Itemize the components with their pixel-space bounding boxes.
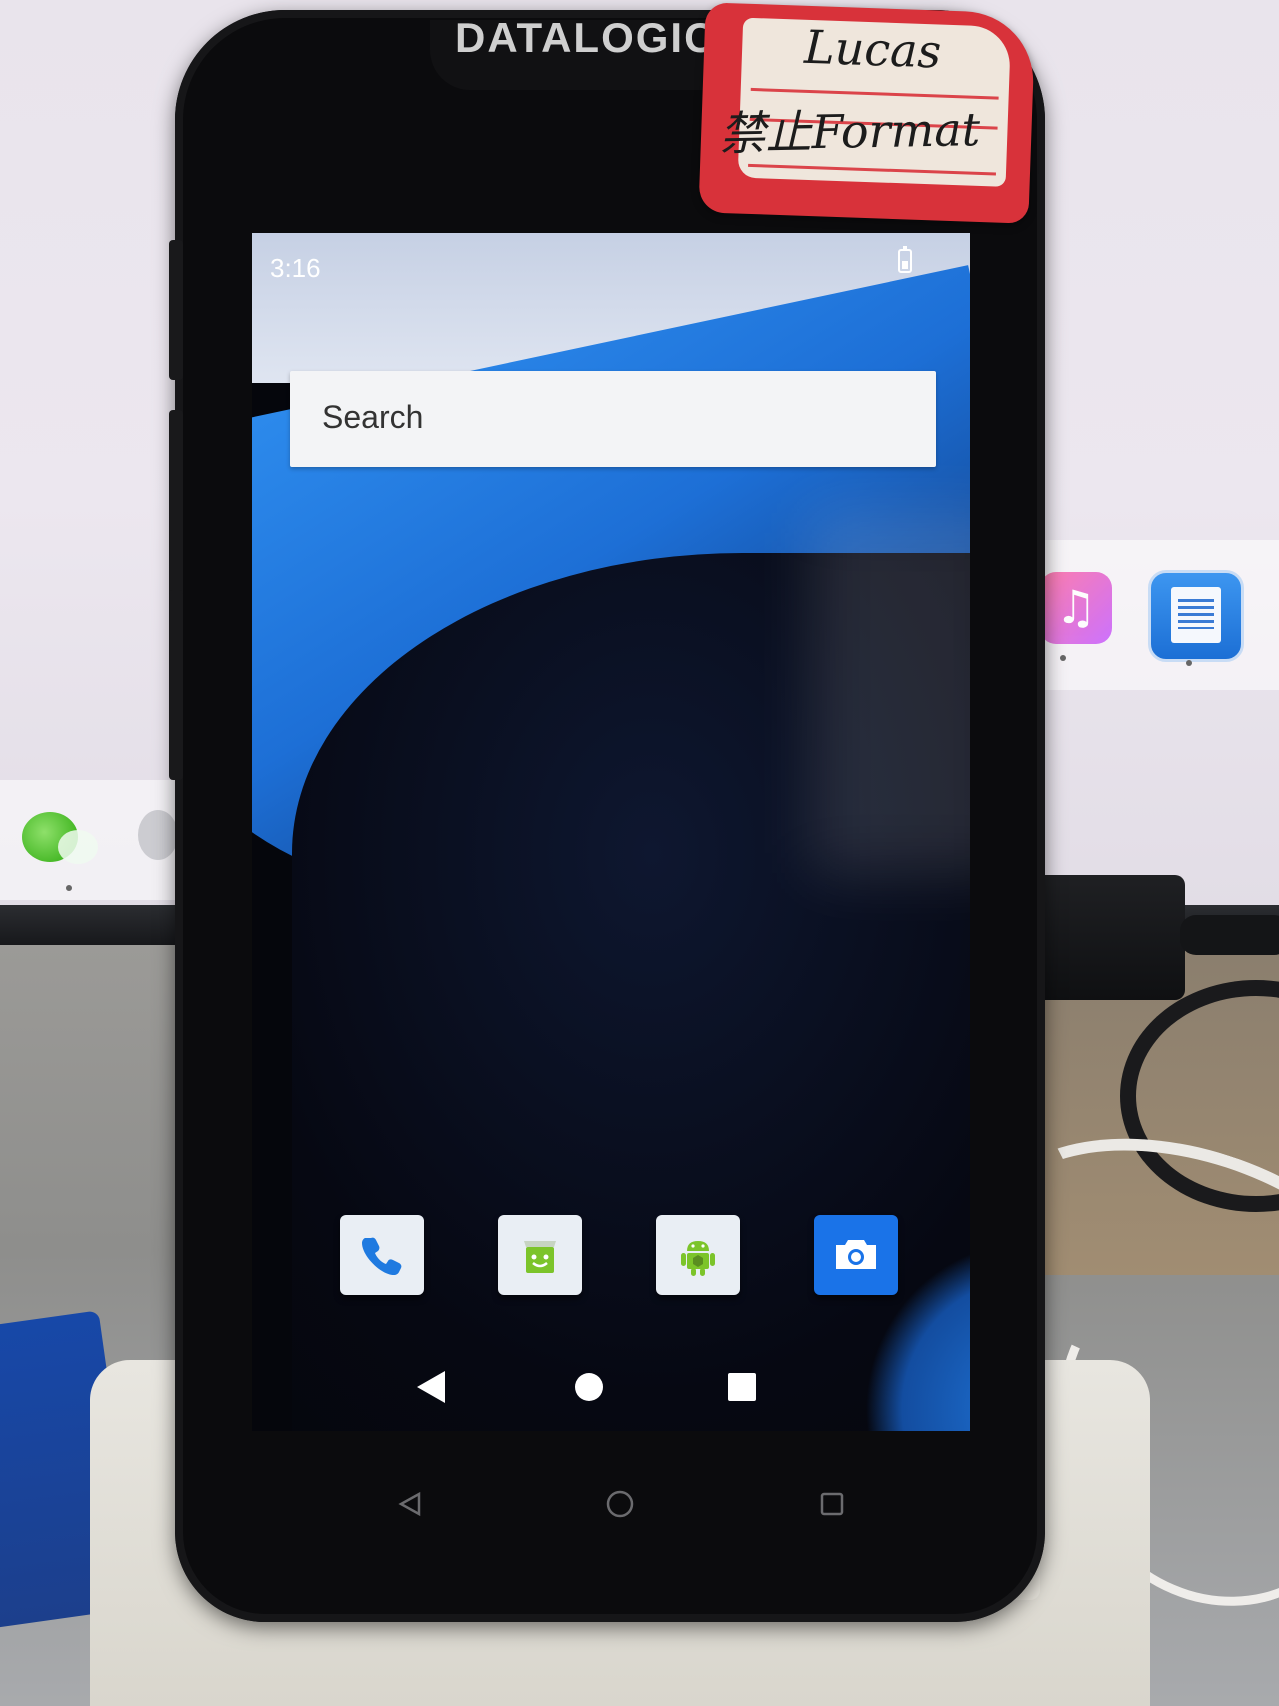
back-button[interactable] (402, 1361, 462, 1417)
hardware-recents-button[interactable] (802, 1476, 862, 1536)
dock-indicator-dot (66, 885, 72, 891)
home-icon (605, 1489, 635, 1524)
app-dock (340, 1215, 900, 1301)
background-app-icon (138, 810, 178, 860)
usb-cable (1180, 915, 1279, 955)
dock-app-store[interactable] (498, 1215, 582, 1295)
sticker-name: Lucas (803, 19, 943, 79)
android-icon (674, 1231, 722, 1279)
brand-logo: DATALOGIC (455, 14, 717, 61)
recents-button[interactable] (712, 1361, 772, 1417)
shopping-bag-icon (516, 1231, 564, 1279)
back-icon (415, 1369, 449, 1410)
screen-glare (812, 513, 970, 873)
dock-app-phone[interactable] (340, 1215, 424, 1295)
usb-plug (1035, 875, 1185, 1000)
recents-icon (819, 1491, 845, 1522)
hardware-navigation-keys (360, 1476, 880, 1546)
wechat-icon (22, 812, 98, 864)
navigation-bar (252, 1341, 970, 1431)
music-icon (1040, 572, 1112, 644)
camera-icon (830, 1229, 882, 1281)
side-button[interactable] (169, 240, 183, 380)
status-time: 3:16 (270, 253, 321, 283)
recents-icon (727, 1372, 757, 1407)
home-button[interactable] (559, 1361, 619, 1417)
hardware-back-button[interactable] (380, 1476, 440, 1536)
dock-app-camera[interactable] (814, 1215, 898, 1295)
phone-icon (358, 1231, 406, 1279)
label-sticker: Lucas 禁止Format (698, 2, 1036, 224)
battery-icon (898, 246, 912, 273)
home-icon (573, 1371, 605, 1408)
back-icon (397, 1491, 423, 1522)
dock-indicator-dot (1060, 655, 1066, 661)
document-icon (1148, 570, 1244, 662)
hardware-home-button[interactable] (590, 1476, 650, 1536)
side-button[interactable] (169, 590, 183, 780)
dock-indicator-dot (1186, 660, 1192, 666)
sticker-rule (748, 163, 997, 176)
search-placeholder: Search (322, 399, 424, 435)
side-button[interactable] (169, 410, 183, 610)
phone-screen: 3:16 Search (252, 233, 970, 1431)
sticker-note: 禁止Format (719, 102, 981, 161)
search-input[interactable]: Search (290, 371, 936, 467)
dock-app-android[interactable] (656, 1215, 740, 1295)
